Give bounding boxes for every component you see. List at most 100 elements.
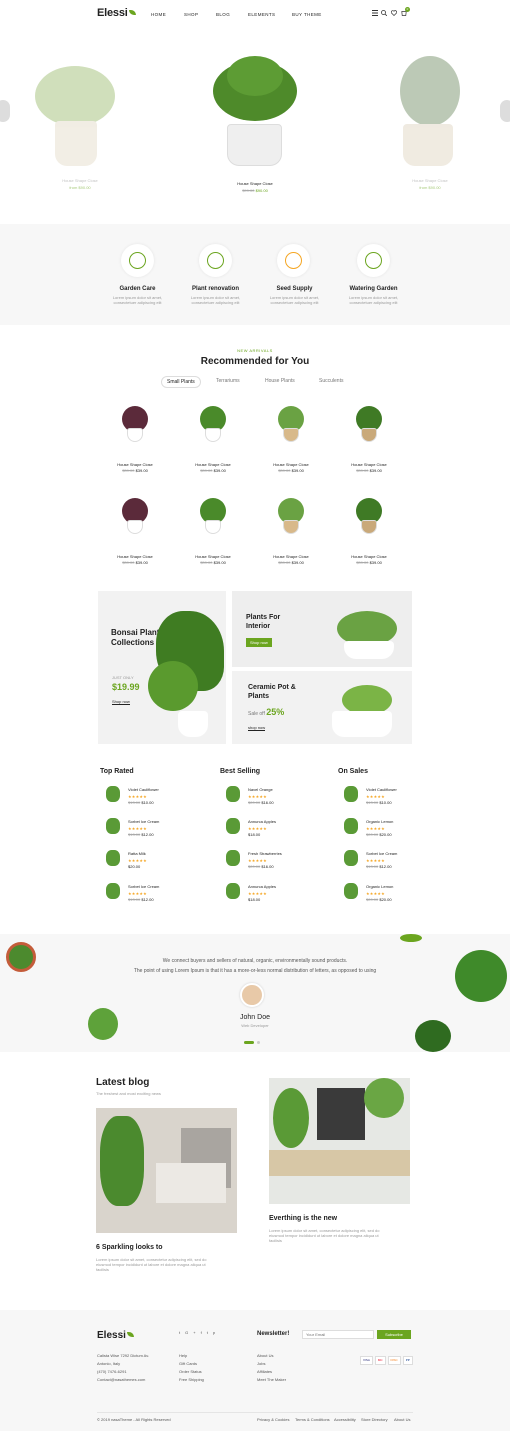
product-thumbnail[interactable]: [344, 850, 358, 866]
list-item-name[interactable]: Annurca Apples: [248, 819, 276, 824]
slider-dot-active[interactable]: [244, 1041, 254, 1044]
product-thumbnail[interactable]: [344, 818, 358, 834]
list-item-name[interactable]: Ratta Milk: [128, 851, 146, 856]
product-thumbnail[interactable]: [226, 818, 240, 834]
hero-plant-left[interactable]: [25, 66, 125, 176]
product-card[interactable]: [188, 404, 238, 450]
product-card[interactable]: [188, 496, 238, 542]
product-thumbnail[interactable]: [106, 883, 120, 899]
hero-plant-right[interactable]: [395, 56, 465, 171]
product-card[interactable]: [344, 496, 394, 542]
promo-bonsai[interactable]: Bonsai Plants Collections JUST ONLY $19.…: [98, 591, 226, 744]
product-thumbnail[interactable]: [344, 883, 358, 899]
product-name[interactable]: House Shape Close: [183, 554, 243, 559]
nav-blog[interactable]: BLOG: [216, 12, 230, 17]
list-item-name[interactable]: Sorbet Ice Cream: [128, 819, 159, 824]
list-item-name[interactable]: Annurca Apples: [248, 884, 276, 889]
tab-small-plants[interactable]: Small Plants: [161, 376, 201, 388]
footer-bottom-link[interactable]: Privacy & Cookies: [257, 1417, 289, 1422]
social-icons[interactable]: tG+ftp: [179, 1330, 220, 1335]
testimonial-name: John Doe: [240, 1014, 270, 1021]
product-card[interactable]: [110, 496, 160, 542]
watering-garden-icon: [357, 244, 390, 277]
feature-title: Garden Care: [119, 286, 156, 292]
nav-home[interactable]: HOME: [151, 12, 166, 17]
product-thumbnail[interactable]: [226, 883, 240, 899]
logo[interactable]: Elessi: [97, 7, 136, 19]
nav-buy-theme[interactable]: BUY THEME: [292, 12, 322, 17]
feature-text: Lorem ipsum dolor sit amet, consectetuer…: [348, 295, 399, 305]
blog-post-excerpt: Lorem ipsum dolor sit amet, consectetur …: [269, 1228, 380, 1243]
product-card[interactable]: [266, 496, 316, 542]
product-name[interactable]: House Shape Close: [339, 554, 399, 559]
footer-bottom-link[interactable]: Store Directory: [361, 1417, 388, 1422]
product-name[interactable]: House Shape Close: [261, 462, 321, 467]
blog-post-title[interactable]: 6 Sparkling looks to: [96, 1244, 163, 1251]
promo-ceramic[interactable]: Ceramic Pot & Plants Sale off 25% shop n…: [232, 671, 412, 744]
list-item-name[interactable]: Organic Lemon: [366, 819, 393, 824]
mastercard-icon: MC: [374, 1356, 386, 1365]
list-item-price: $13.00 $12.00: [128, 897, 154, 902]
heart-icon[interactable]: [391, 10, 397, 16]
product-card[interactable]: [266, 404, 316, 450]
shop-now-button[interactable]: Shop now: [246, 638, 272, 647]
blog-image-2[interactable]: [269, 1078, 410, 1204]
list-item-name[interactable]: Violet Cauliflower: [128, 787, 159, 792]
paypal-icon: PP: [402, 1356, 413, 1365]
shop-now-link[interactable]: Shop now: [112, 699, 130, 705]
footer-logo[interactable]: Elessi: [97, 1330, 134, 1341]
list-item-name[interactable]: Violet Cauliflower: [366, 787, 397, 792]
product-name[interactable]: House Shape Close: [105, 462, 165, 467]
shop-now-link[interactable]: shop now: [248, 725, 266, 731]
nav-elements[interactable]: ELEMENTS: [248, 12, 275, 17]
product-thumbnail[interactable]: [344, 786, 358, 802]
list-item-name[interactable]: Sorbet Ice Cream: [128, 884, 159, 889]
blog-image-1[interactable]: [96, 1108, 237, 1233]
decor-plant: [415, 1020, 451, 1052]
list-item-price: $13.00 $12.00: [366, 864, 392, 869]
list-item-name[interactable]: Sorbet Ice Cream: [366, 851, 397, 856]
list-item-name[interactable]: Organic Lemon: [366, 884, 393, 889]
newsletter-email-input[interactable]: [302, 1330, 374, 1339]
promo-title: Ceramic Pot & Plants: [248, 684, 296, 700]
product-thumbnail[interactable]: [226, 850, 240, 866]
footer-bottom-link[interactable]: Terms & Conditions: [295, 1417, 330, 1422]
list-item-name[interactable]: Navel Orange: [248, 787, 273, 792]
product-thumbnail[interactable]: [106, 818, 120, 834]
google-plus-icon[interactable]: G+: [185, 1330, 200, 1335]
hero-plant-center[interactable]: [205, 56, 305, 171]
product-thumbnail[interactable]: [106, 850, 120, 866]
grid-icon[interactable]: [372, 10, 378, 16]
product-name[interactable]: House Shape Close: [105, 554, 165, 559]
footer-bottom-link[interactable]: Accessibility: [334, 1417, 356, 1422]
hero-center-name[interactable]: House Shape Close: [205, 181, 305, 186]
footer-bottom-link[interactable]: About Us: [394, 1417, 410, 1422]
list-item-name[interactable]: Fresh Strawberries: [248, 851, 282, 856]
blog-post-title[interactable]: Everthing is the new: [269, 1215, 337, 1222]
tab-succulents[interactable]: Succulents: [319, 378, 343, 384]
pinterest-icon[interactable]: p: [213, 1330, 220, 1335]
slider-dot[interactable]: [257, 1041, 260, 1044]
site-header: Elessi HOME SHOP BLOG ELEMENTS BUY THEME…: [0, 0, 510, 28]
product-thumbnail[interactable]: [106, 786, 120, 802]
product-price: $39.00 $39.00: [356, 560, 382, 565]
carousel-next-button[interactable]: [500, 100, 510, 122]
search-icon[interactable]: [381, 10, 387, 16]
tab-house-plants[interactable]: House Plants: [265, 378, 295, 384]
product-name[interactable]: House Shape Close: [261, 554, 321, 559]
nav-shop[interactable]: SHOP: [184, 12, 198, 17]
blog-post-excerpt: Lorem ipsum dolor sit amet, consectetur …: [96, 1257, 207, 1272]
tab-terrariums[interactable]: Terrariums: [216, 378, 240, 384]
carousel-prev-button[interactable]: [0, 100, 10, 122]
payment-icons: VISA MC DISC PP: [360, 1356, 413, 1365]
list-item-price: $18.00: [248, 897, 261, 902]
product-name[interactable]: House Shape Close: [183, 462, 243, 467]
product-card[interactable]: [110, 404, 160, 450]
subscribe-button[interactable]: Subscribe: [377, 1330, 411, 1339]
product-name[interactable]: House Shape Close: [339, 462, 399, 467]
product-card[interactable]: [344, 404, 394, 450]
promo-interior[interactable]: Plants For Interior Shop now: [232, 591, 412, 667]
product-thumbnail[interactable]: [226, 786, 240, 802]
top-rated-heading: Top Rated: [100, 768, 134, 775]
feature-text: Lorem ipsum dolor sit amet, consectetuer…: [190, 295, 241, 305]
